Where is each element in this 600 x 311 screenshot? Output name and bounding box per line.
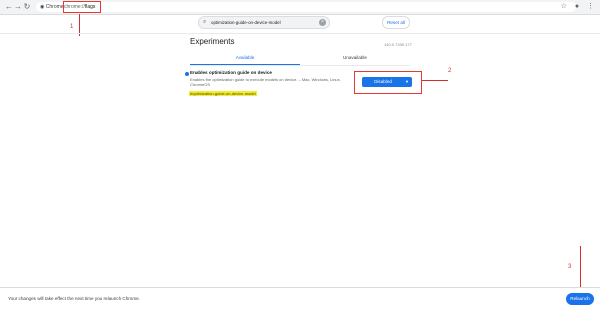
tab-divider bbox=[190, 65, 410, 66]
tab-available[interactable]: Available bbox=[190, 55, 300, 60]
experiment-status-dot bbox=[185, 72, 189, 76]
star-icon[interactable]: ☆ bbox=[561, 3, 567, 10]
relaunch-bar: Your changes will take effect the next t… bbox=[0, 287, 600, 311]
page-title: Experiments bbox=[190, 37, 235, 46]
profile-icon[interactable]: ● bbox=[575, 3, 579, 10]
site-chip-label: Chrome bbox=[45, 4, 64, 10]
site-chip[interactable]: ◉ Chrome bbox=[40, 2, 64, 12]
experiment-name: Enables optimization guide on device bbox=[190, 70, 272, 75]
browser-toolbar: ← → ↻ ◉ Chrome chrome://flags ☆ ● ⋮ bbox=[0, 0, 600, 15]
clear-search-icon[interactable]: × bbox=[319, 19, 326, 26]
search-input[interactable]: optimization-guide-on-device-model bbox=[211, 18, 281, 27]
experiment-description: Enables the optimization guide to execut… bbox=[190, 77, 341, 87]
annotation-arrow-3 bbox=[580, 246, 581, 290]
search-icon: ⌕ bbox=[203, 19, 207, 25]
chrome-icon: ◉ bbox=[40, 4, 45, 10]
tab-unavailable[interactable]: Unavailable bbox=[300, 55, 410, 60]
search-box[interactable]: ⌕ optimization-guide-on-device-model × bbox=[198, 16, 330, 29]
experiment-link[interactable]: #optimization-guide-on-device-model bbox=[189, 91, 257, 96]
active-tab-indicator bbox=[190, 64, 300, 65]
annotation-box-select bbox=[354, 71, 422, 94]
annotation-1: 1 bbox=[70, 24, 74, 30]
header-divider bbox=[0, 33, 600, 34]
annotation-arrow-2 bbox=[422, 80, 448, 81]
reload-icon[interactable]: ↻ bbox=[22, 2, 32, 12]
annotation-box-url bbox=[63, 1, 101, 13]
relaunch-message: Your changes will take effect the next t… bbox=[8, 296, 141, 301]
toolbar-icons: ☆ ● ⋮ bbox=[555, 2, 594, 12]
annotation-2: 2 bbox=[448, 68, 452, 74]
version-label: 140.0.7339.177 bbox=[384, 42, 412, 47]
address-bar[interactable] bbox=[36, 2, 576, 12]
reset-all-button[interactable]: Reset all bbox=[382, 16, 410, 29]
annotation-3: 3 bbox=[568, 264, 572, 270]
relaunch-button[interactable]: Relaunch bbox=[566, 293, 594, 305]
menu-icon[interactable]: ⋮ bbox=[587, 3, 594, 10]
